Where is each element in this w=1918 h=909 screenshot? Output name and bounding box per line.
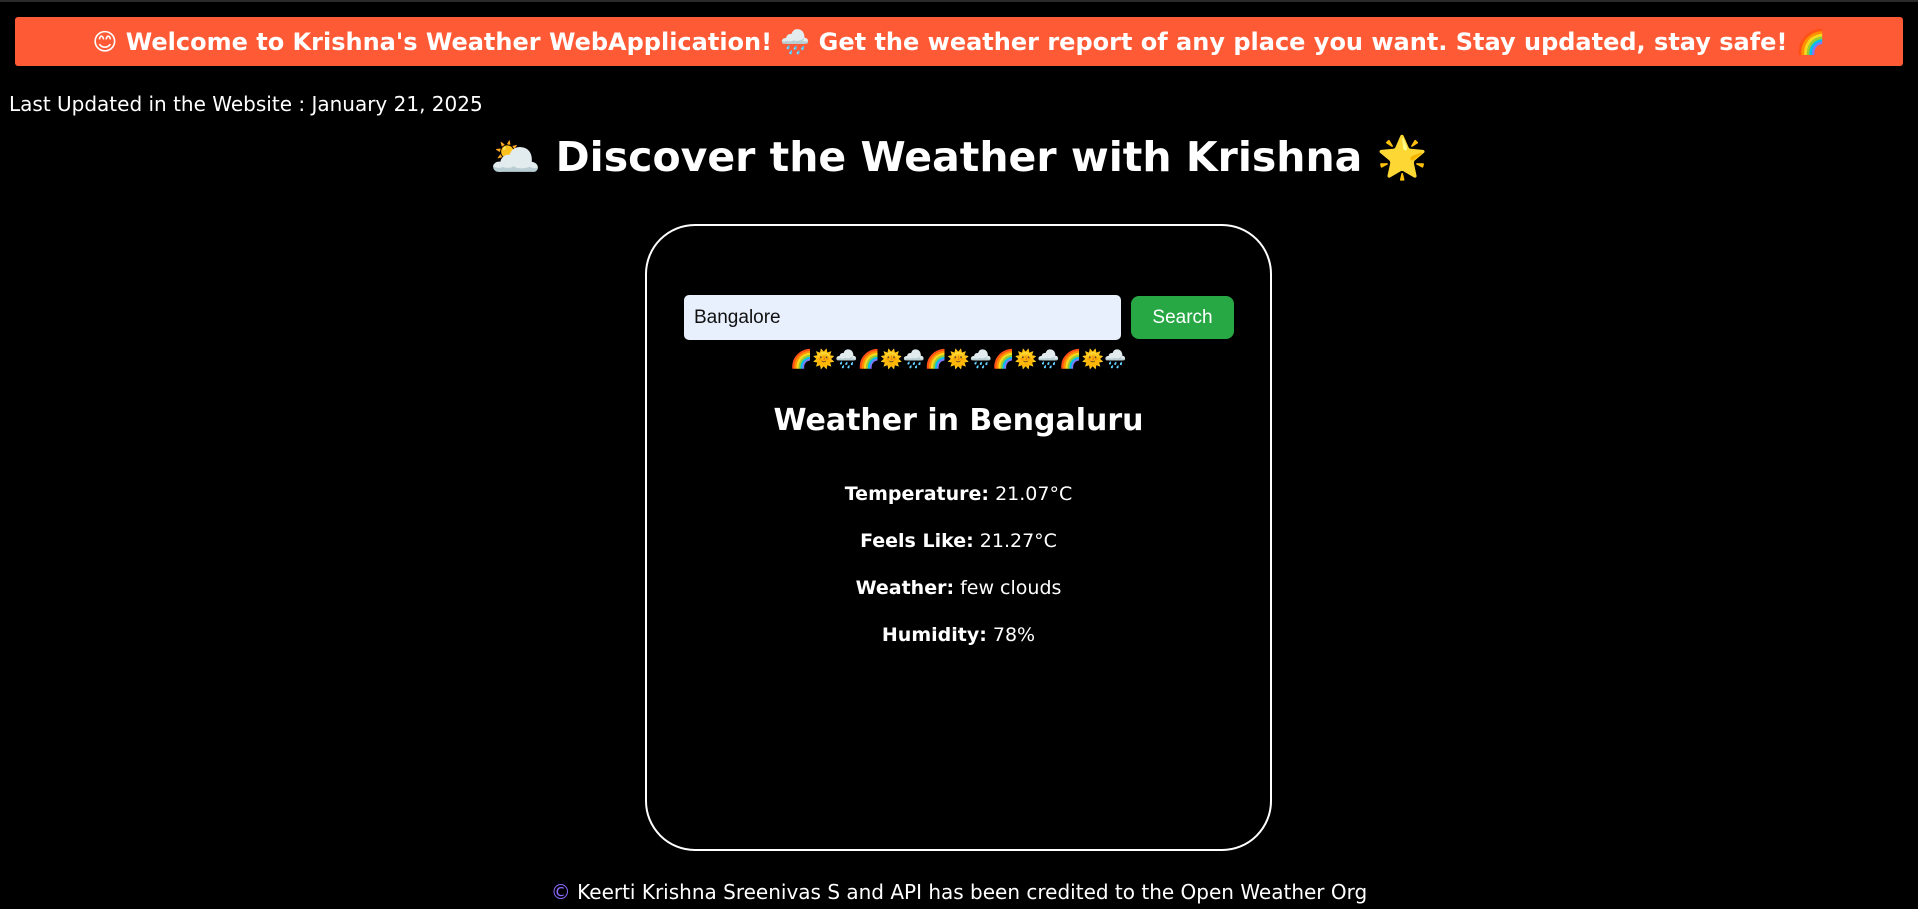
city-search-input[interactable] (684, 295, 1121, 340)
feels-like-label: Feels Like: (860, 530, 974, 552)
top-border-line (0, 0, 1918, 2)
humidity-row: Humidity: 78% (645, 624, 1272, 646)
temperature-value: 21.07°C (995, 483, 1073, 505)
feels-like-row: Feels Like: 21.27°C (645, 530, 1272, 552)
humidity-value: 78% (992, 624, 1036, 646)
welcome-banner: 😊 Welcome to Krishna's Weather WebApplic… (15, 17, 1903, 66)
footer-credits-text: Keerti Krishna Sreenivas S and API has b… (577, 880, 1368, 904)
temperature-row: Temperature: 21.07°C (645, 483, 1272, 505)
welcome-banner-text: 😊 Welcome to Krishna's Weather WebApplic… (92, 27, 1826, 56)
copyright-icon: © (550, 880, 571, 904)
page-title: 🌥️ Discover the Weather with Krishna 🌟 (490, 133, 1428, 181)
weather-condition-label: Weather: (855, 577, 955, 599)
last-updated-text: Last Updated in the Website : January 21… (9, 92, 483, 116)
humidity-label: Humidity: (881, 624, 987, 646)
weather-emoji-strip: 🌈🌞🌧️🌈🌞🌧️🌈🌞🌧️🌈🌞🌧️🌈🌞🌧️ (790, 349, 1127, 370)
footer-credits: © Keerti Krishna Sreenivas S and API has… (0, 880, 1918, 904)
weather-condition-value: few clouds (960, 577, 1062, 599)
temperature-label: Temperature: (844, 483, 990, 505)
search-button[interactable]: Search (1131, 296, 1234, 339)
feels-like-value: 21.27°C (979, 530, 1057, 552)
weather-location-heading: Weather in Bengaluru (773, 403, 1144, 438)
weather-condition-row: Weather: few clouds (645, 577, 1272, 599)
